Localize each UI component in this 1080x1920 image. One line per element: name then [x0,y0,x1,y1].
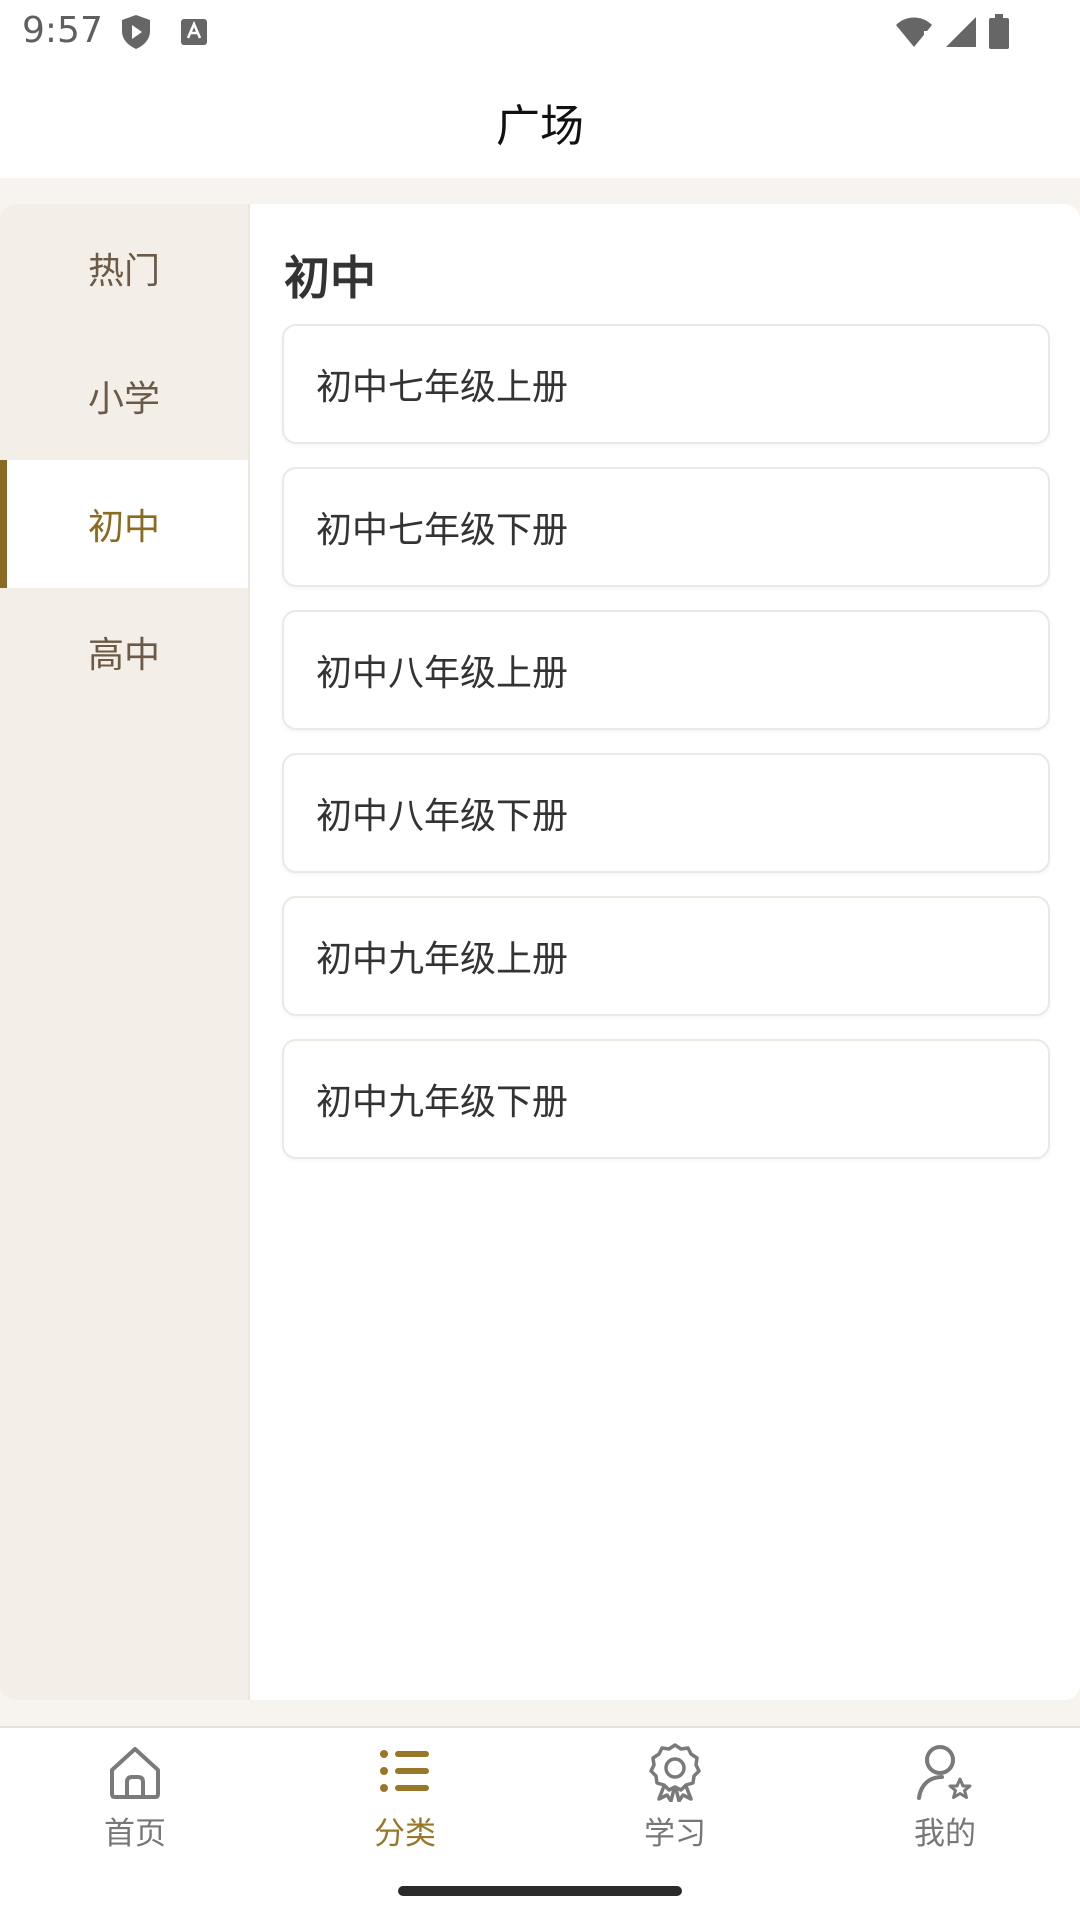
tab-label: 我的 [914,1816,976,1852]
sidebar-item-primary[interactable]: 小学 [0,332,248,460]
status-left-icons [120,14,208,54]
category-panel: 热门 小学 初中 高中 初中 初中七年级上册 初中七年级下册 初中八年级上册 初… [0,204,1080,1700]
list-item-label: 初中七年级上册 [316,367,569,408]
battery-icon [988,14,1010,54]
tab-label: 学习 [644,1816,706,1852]
page-title: 广场 [496,101,584,152]
status-bar: 9:57 [0,0,1080,62]
sidebar-item-label: 高中 [87,635,160,676]
tab-label: 首页 [104,1816,166,1852]
category-sidebar: 热门 小学 初中 高中 [0,204,250,1700]
list-item[interactable]: 初中七年级下册 [282,467,1050,587]
list-item[interactable]: 初中八年级上册 [282,610,1050,730]
sidebar-item-label: 热门 [87,251,160,292]
list-icon [375,1742,435,1802]
wifi-icon [894,15,934,53]
shield-play-icon [120,14,152,54]
tab-category[interactable]: 分类 [305,1742,505,1862]
text-a-icon [180,18,208,50]
list-item[interactable]: 初中九年级下册 [282,1039,1050,1159]
sidebar-item-senior-high[interactable]: 高中 [0,588,248,716]
home-icon [105,1742,165,1802]
list-item-label: 初中八年级下册 [316,796,569,837]
list-item-label: 初中九年级下册 [316,1082,569,1123]
status-right-icons [894,14,1010,54]
list-item-label: 初中七年级下册 [316,510,569,551]
app-screen: 9:57 广场 热门 小学 初中 高中 初中 初中七年级上册 初中七年级下册 初… [0,0,1080,1920]
user-star-icon [915,1742,975,1802]
tab-mine[interactable]: 我的 [845,1742,1045,1862]
status-time: 9:57 [22,10,103,51]
badge-icon [645,1742,705,1802]
list-item-label: 初中八年级上册 [316,653,569,694]
tab-study[interactable]: 学习 [575,1742,775,1862]
section-title: 初中 [284,251,376,305]
signal-icon [944,15,978,53]
list-item-label: 初中九年级上册 [316,939,569,980]
tab-home[interactable]: 首页 [35,1742,235,1862]
sidebar-item-label: 小学 [87,379,160,420]
sidebar-item-junior-high[interactable]: 初中 [0,460,248,588]
list-item[interactable]: 初中七年级上册 [282,324,1050,444]
list-item[interactable]: 初中九年级上册 [282,896,1050,1016]
sidebar-item-hot[interactable]: 热门 [0,204,248,332]
category-content: 初中 初中七年级上册 初中七年级下册 初中八年级上册 初中八年级下册 初中九年级… [250,204,1080,1700]
book-list: 初中七年级上册 初中七年级下册 初中八年级上册 初中八年级下册 初中九年级上册 … [282,324,1050,1182]
home-indicator[interactable] [398,1886,682,1896]
list-item[interactable]: 初中八年级下册 [282,753,1050,873]
title-bar: 广场 [0,62,1080,178]
sidebar-item-label: 初中 [87,507,160,548]
tab-label: 分类 [374,1816,436,1852]
